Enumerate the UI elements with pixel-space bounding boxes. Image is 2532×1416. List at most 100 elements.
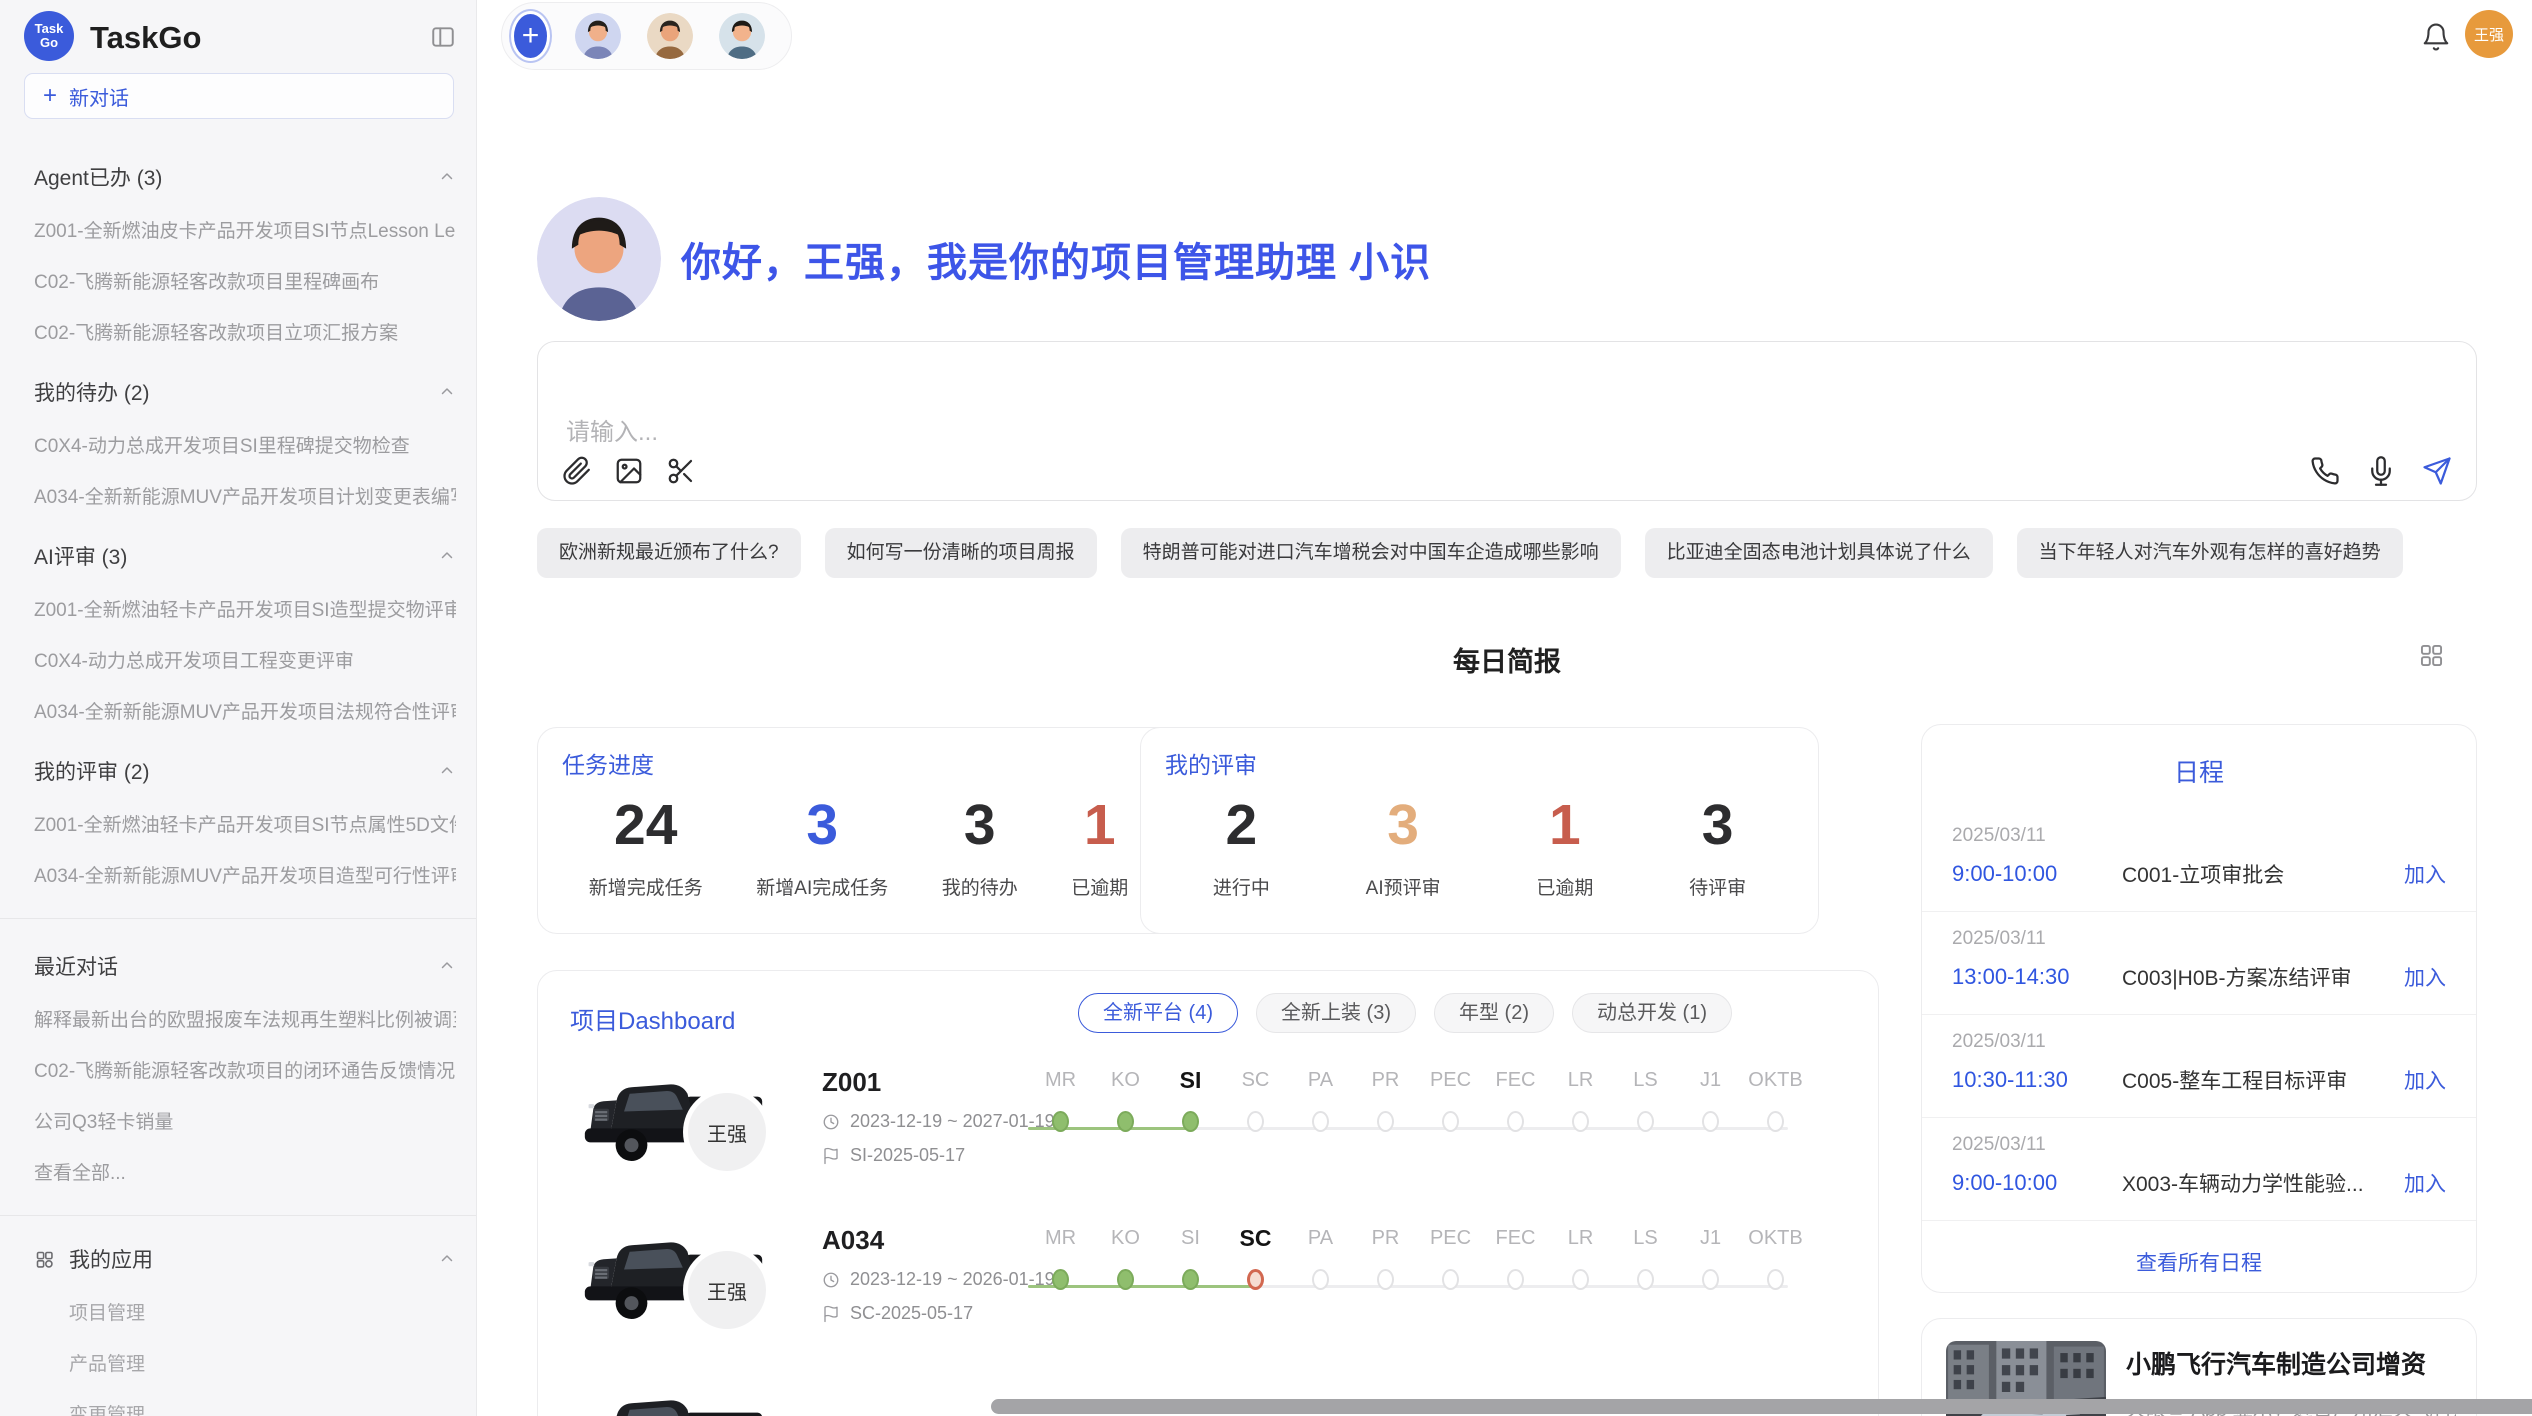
recent-conversation-item[interactable]: C02-飞腾新能源轻客改款项目的闭环通告反馈情况 xyxy=(34,1056,456,1083)
schedule-date: 2025/03/11 xyxy=(1952,1031,2446,1053)
milestone-dot xyxy=(1702,1111,1719,1132)
plus-icon: + xyxy=(43,82,57,110)
schedule-date: 2025/03/11 xyxy=(1952,825,2446,847)
sidebar-header: Task Go TaskGo xyxy=(0,0,476,72)
milestone-node: MR xyxy=(1028,1065,1093,1132)
agent-avatar[interactable] xyxy=(719,13,765,59)
microphone-icon[interactable] xyxy=(2366,456,2396,486)
suggestion-chip[interactable]: 如何写一份清晰的项目周报 xyxy=(825,528,1097,578)
dashboard-tab[interactable]: 动总开发 (1) xyxy=(1572,993,1732,1033)
my-apps-label: 我的应用 xyxy=(69,1244,153,1274)
clock-icon xyxy=(822,1271,840,1289)
new-chat-button[interactable]: + 新对话 xyxy=(24,73,454,119)
milestone-label: PA xyxy=(1288,1065,1353,1095)
join-button[interactable]: 加入 xyxy=(2404,962,2446,992)
screenshot-scissors-icon[interactable] xyxy=(666,456,696,486)
milestone-dot xyxy=(1442,1111,1459,1132)
sidebar-item-my-apps[interactable]: 我的应用 xyxy=(34,1244,456,1274)
app-sub-item[interactable]: 产品管理 xyxy=(69,1349,456,1376)
sidebar: Task Go TaskGo + 新对话 Agent已办 (3) Z001-全新燃… xyxy=(0,0,477,1416)
milestone-node: PR xyxy=(1353,1223,1418,1290)
sidebar-item[interactable]: A034-全新新能源MUV产品开发项目造型可行性评审 xyxy=(34,861,456,888)
sidebar-collapse-icon[interactable] xyxy=(430,24,456,50)
user-avatar[interactable]: 王强 xyxy=(2465,10,2513,58)
schedule-time: 9:00-10:00 xyxy=(1952,861,2122,887)
join-button[interactable]: 加入 xyxy=(2404,1168,2446,1198)
milestone-dot xyxy=(1052,1111,1069,1132)
recent-conversation-item[interactable]: 解释最新出台的欧盟报废车法规再生塑料比例被调至15%... xyxy=(34,1005,456,1032)
milestone-label: SC xyxy=(1223,1065,1288,1095)
app-logo: Task Go xyxy=(24,11,74,61)
stat-label: 我的待办 xyxy=(942,873,1018,900)
suggestion-chip[interactable]: 欧洲新规最近颁布了什么? xyxy=(537,528,801,578)
milestone-node: OKTB xyxy=(1743,1065,1808,1132)
sidebar-item[interactable]: Z001-全新燃油轻卡产品开发项目SI节点属性5D文件评审 xyxy=(34,810,456,837)
project-row[interactable]: 王强A0342023-12-19 ~ 2026-01-19SC-2025-05-… xyxy=(538,1213,1878,1371)
suggestion-chip[interactable]: 特朗普可能对进口汽车增税会对中国车企造成哪些影响 xyxy=(1121,528,1621,578)
chat-input-toolbar xyxy=(562,456,2452,486)
suggestion-chip[interactable]: 比亚迪全固态电池计划具体说了什么 xyxy=(1645,528,1993,578)
sidebar-section-label: Agent已办 (3) xyxy=(34,162,162,192)
project-flag-date: SC-2025-05-17 xyxy=(822,1303,1055,1324)
dashboard-tab[interactable]: 全新平台 (4) xyxy=(1078,993,1238,1033)
suggestion-chips: 欧洲新规最近颁布了什么? 如何写一份清晰的项目周报特朗普可能对进口汽车增税会对中国… xyxy=(537,528,2477,578)
sidebar-section-label: 我的待办 (2) xyxy=(34,377,150,407)
dashboard-tab[interactable]: 全新上装 (3) xyxy=(1256,993,1416,1033)
view-all-conversations-link[interactable]: 查看全部... xyxy=(34,1158,456,1185)
sidebar-section-header-recent[interactable]: 最近对话 xyxy=(34,951,456,981)
stat-value: 3 xyxy=(1366,794,1441,857)
stat: 3新增AI完成任务 xyxy=(756,794,888,900)
milestone-label: FEC xyxy=(1483,1065,1548,1095)
suggestion-chip[interactable]: 当下年轻人对汽车外观有怎样的喜好趋势 xyxy=(2017,528,2403,578)
image-upload-icon[interactable] xyxy=(614,456,644,486)
voice-call-icon[interactable] xyxy=(2310,456,2340,486)
chat-input[interactable]: 请输入... xyxy=(537,341,2477,501)
sidebar-section-header[interactable]: AI评审 (3) xyxy=(34,541,456,571)
horizontal-scrollbar[interactable] xyxy=(991,1399,2532,1414)
project-owner-badge: 王强 xyxy=(688,1093,766,1171)
stat: 3AI预评审 xyxy=(1366,794,1441,900)
sidebar-item[interactable]: Z001-全新燃油轻卡产品开发项目SI造型提交物评审 xyxy=(34,595,456,622)
milestone-label: MR xyxy=(1028,1223,1093,1253)
notification-bell-icon[interactable] xyxy=(2421,22,2451,52)
assistant-avatar xyxy=(537,197,661,321)
milestone-node: FEC xyxy=(1483,1223,1548,1290)
dashboard-tab[interactable]: 年型 (2) xyxy=(1434,993,1554,1033)
project-dashboard-card: 项目Dashboard 全新平台 (4)全新上装 (3)年型 (2)动总开发 (… xyxy=(537,970,1879,1416)
sidebar-section-header[interactable]: 我的待办 (2) xyxy=(34,377,456,407)
my-reviews-card: 我的评审 2进行中3AI预评审1已逾期3待评审 xyxy=(1140,727,1819,934)
sidebar-section-header[interactable]: 我的评审 (2) xyxy=(34,756,456,786)
app-logo-top: Task xyxy=(35,22,64,36)
project-dates: 2023-12-19 ~ 2026-01-19 xyxy=(822,1269,1055,1290)
app-sub-item[interactable]: 项目管理 xyxy=(69,1298,456,1325)
sidebar-item[interactable]: Z001-全新燃油皮卡产品开发项目SI节点Lesson Learn报告 xyxy=(34,216,456,243)
send-icon[interactable] xyxy=(2422,456,2452,486)
milestone-node: PEC xyxy=(1418,1223,1483,1290)
stat-value: 2 xyxy=(1213,794,1270,857)
sidebar-section-label: 我的评审 (2) xyxy=(34,756,150,786)
view-all-schedule-link[interactable]: 查看所有日程 xyxy=(1922,1247,2476,1277)
sidebar-item[interactable]: C02-飞腾新能源轻客改款项目立项汇报方案 xyxy=(34,318,456,345)
agent-avatar[interactable] xyxy=(647,13,693,59)
join-button[interactable]: 加入 xyxy=(2404,859,2446,889)
briefing-layout-grid-icon[interactable] xyxy=(2418,642,2445,669)
sidebar-item[interactable]: A034-全新新能源MUV产品开发项目法规符合性评审 xyxy=(34,697,456,724)
join-button[interactable]: 加入 xyxy=(2404,1065,2446,1095)
attachment-icon[interactable] xyxy=(562,456,592,486)
agent-avatar[interactable] xyxy=(575,13,621,59)
schedule-item: 2025/03/119:00-10:00X003-车辆动力学性能验...加入 xyxy=(1922,1118,2476,1221)
project-row[interactable]: 王强Z0012023-12-19 ~ 2027-01-19SI-2025-05-… xyxy=(538,1055,1878,1213)
sidebar-section-header[interactable]: Agent已办 (3) xyxy=(34,162,456,192)
milestone-node: LR xyxy=(1548,1065,1613,1132)
app-sub-item[interactable]: 变更管理 xyxy=(69,1400,456,1416)
milestone-dot xyxy=(1182,1269,1199,1290)
add-agent-button[interactable]: + xyxy=(514,14,547,58)
sidebar-item[interactable]: A034-全新新能源MUV产品开发项目计划变更表编写 xyxy=(34,482,456,509)
stat: 3待评审 xyxy=(1689,794,1746,900)
stat-label: 已逾期 xyxy=(1536,873,1593,900)
sidebar-item[interactable]: C0X4-动力总成开发项目工程变更评审 xyxy=(34,646,456,673)
recent-conversation-item[interactable]: 公司Q3轻卡销量 xyxy=(34,1107,456,1134)
sidebar-item[interactable]: C02-飞腾新能源轻客改款项目里程碑画布 xyxy=(34,267,456,294)
milestone-node: LS xyxy=(1613,1065,1678,1132)
sidebar-item[interactable]: C0X4-动力总成开发项目SI里程碑提交物检查 xyxy=(34,431,456,458)
